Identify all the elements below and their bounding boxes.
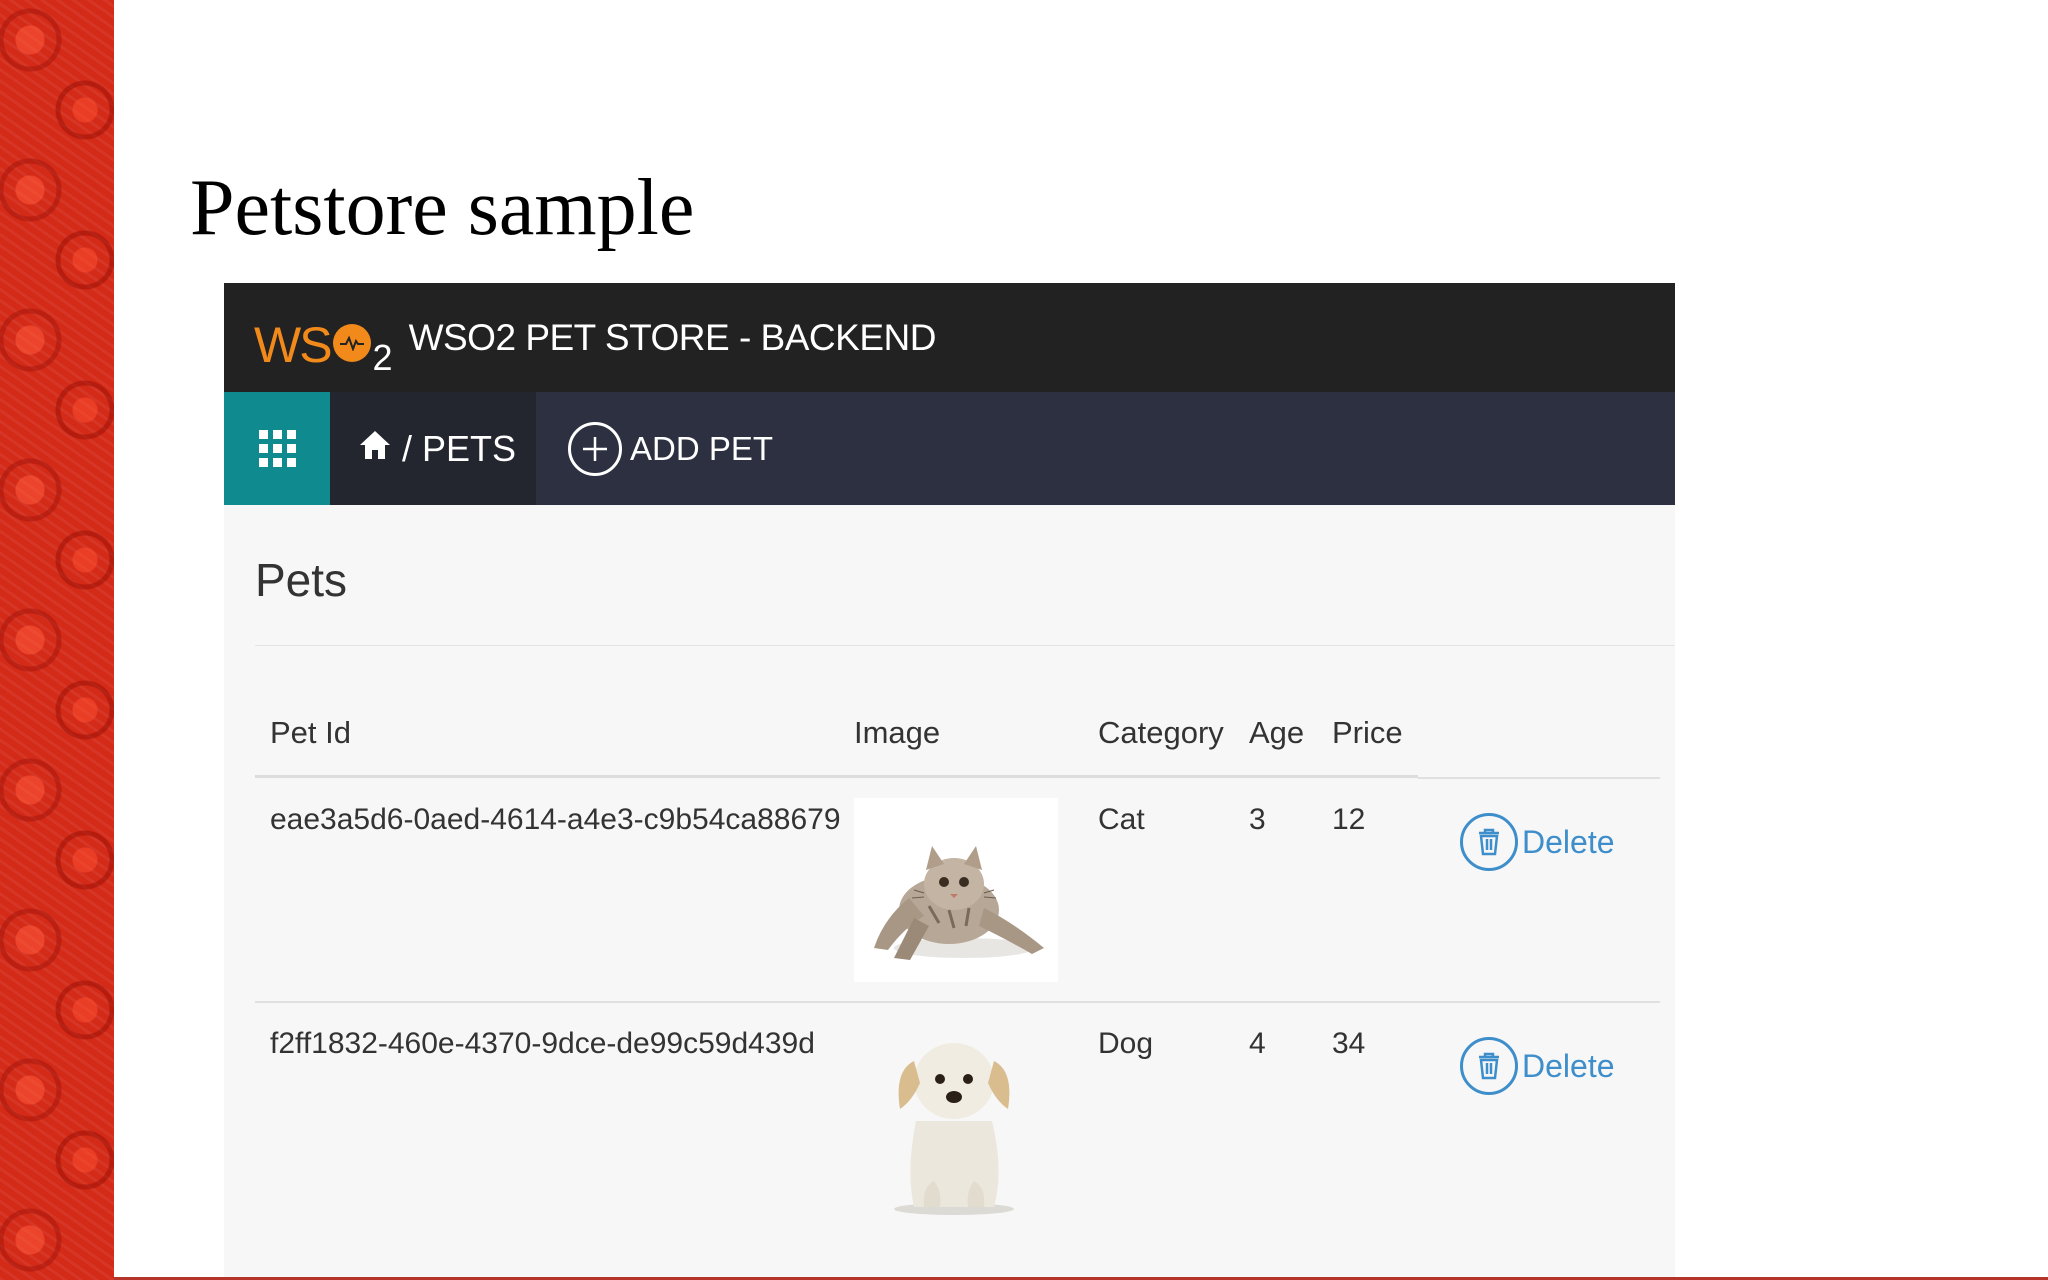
app-window: WS 2 WSO2 PET STORE - BACKEND / PETS ADD… (224, 283, 1675, 1280)
wso2-logo: WS 2 (254, 306, 393, 376)
title-divider (255, 645, 1675, 646)
age-cell: 3 (1249, 803, 1266, 836)
logo-pulse-icon (332, 323, 371, 362)
delete-button[interactable]: Delete (1460, 1037, 1615, 1095)
age-cell: 4 (1249, 1027, 1266, 1060)
price-cell: 34 (1332, 1027, 1366, 1060)
pet-image-cat (854, 798, 1058, 982)
plus-circle-icon (568, 421, 622, 476)
trash-icon (1460, 813, 1518, 871)
row-divider (255, 1001, 1660, 1003)
app-title: WSO2 PET STORE - BACKEND (408, 316, 937, 358)
page-title: Pets (255, 554, 348, 606)
logo-text: WS (254, 316, 333, 373)
apps-menu-button[interactable] (224, 392, 330, 505)
nav-bar: / PETS ADD PET (224, 392, 1675, 505)
pet-id-cell: f2ff1832-460e-4370-9dce-de99c59d439d (270, 1027, 815, 1060)
column-header-age: Age (1249, 715, 1305, 750)
slide-title: Petstore sample (190, 164, 695, 252)
add-pet-label: ADD PET (630, 429, 774, 467)
delete-button[interactable]: Delete (1460, 813, 1615, 871)
column-header-category: Category (1098, 715, 1224, 750)
category-cell: Cat (1098, 803, 1145, 836)
breadcrumb-current: PETS (422, 427, 517, 469)
table-header-divider (255, 775, 1418, 778)
app-header: WS 2 WSO2 PET STORE - BACKEND (224, 283, 1675, 392)
column-header-price: Price (1332, 715, 1403, 750)
apps-grid-icon (258, 430, 296, 467)
column-header-image: Image (854, 715, 941, 750)
delete-label: Delete (1522, 1047, 1615, 1084)
add-pet-button[interactable]: ADD PET (536, 392, 773, 505)
price-cell: 12 (1332, 803, 1366, 836)
pet-image-dog (854, 1021, 1058, 1215)
trash-icon (1460, 1037, 1518, 1095)
home-icon[interactable] (358, 428, 392, 470)
decorative-side-strip (0, 0, 114, 1280)
breadcrumb: / PETS (330, 392, 536, 505)
category-cell: Dog (1098, 1027, 1154, 1060)
breadcrumb-separator: / (402, 427, 413, 469)
pet-id-cell: eae3a5d6-0aed-4614-a4e3-c9b54ca88679 (270, 803, 841, 836)
column-header-pet-id: Pet Id (270, 715, 351, 750)
table-header-divider-extension (1418, 777, 1660, 779)
delete-label: Delete (1522, 823, 1615, 860)
logo-subscript: 2 (372, 336, 393, 378)
